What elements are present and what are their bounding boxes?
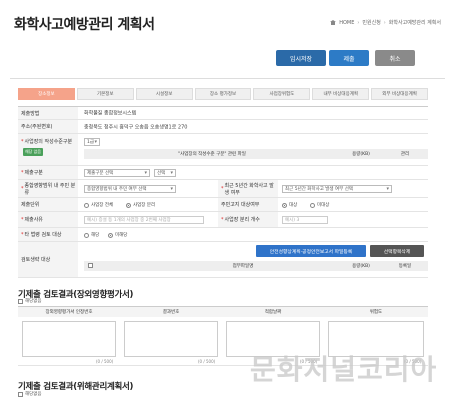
tab-evaluation[interactable]: 장소 평가정보 xyxy=(194,88,252,100)
col-header: 결과번호 xyxy=(120,307,222,317)
field-label: 제출단위 xyxy=(18,198,78,211)
radio-icon xyxy=(84,202,89,208)
delete-selected-button[interactable]: 선택항목삭제 xyxy=(370,245,424,257)
separate-count-input[interactable]: 예시) 3 xyxy=(282,216,328,224)
watermark-logo: 문화저널코리아 xyxy=(250,353,438,386)
breadcrumb-item[interactable]: 민원신청 xyxy=(362,19,380,26)
not-applicable-checkbox[interactable]: 해당없음 xyxy=(18,391,42,397)
resident-range-select[interactable]: 종합영향범위 내 주민 여부 선택 xyxy=(84,185,176,193)
radio-icon xyxy=(310,202,315,208)
tab-internal-plan[interactable]: 내부 비상대응계획 xyxy=(312,88,370,100)
page-title: 화학사고예방관리 계획서 xyxy=(14,17,155,33)
address-value: 충청북도 청주시 흥덕구 오송읍 오송생명1로 270 xyxy=(84,124,188,130)
breadcrumb-separator: › xyxy=(383,19,386,26)
select-all-checkbox[interactable] xyxy=(88,263,93,268)
review-reg-col: 등록일 xyxy=(398,264,412,269)
col-header: 적합날짜 xyxy=(222,307,324,317)
result-number-textarea[interactable] xyxy=(124,321,218,357)
notice-radio-target[interactable]: 대상 xyxy=(282,202,297,208)
submit-type-select[interactable]: 제출구분 선택 xyxy=(84,169,150,177)
review-capacity-col: 용량(KB) xyxy=(352,264,370,269)
char-counter: (0 / 500) xyxy=(198,359,216,364)
form-row: * 타 법령 검토 대상 해당 미해당 xyxy=(18,228,428,242)
form-row: 주소(주된변호) 충청북도 청주시 흥덕구 오송읍 오송생명1로 270 xyxy=(18,120,428,134)
breadcrumb-current: 화학사고예방관리 계획서 xyxy=(388,20,441,26)
checkbox-icon xyxy=(18,298,23,304)
level-select[interactable]: 1급 xyxy=(84,138,100,146)
recent-accident-select[interactable]: 최근 5년간 화학사고 발생 여부 선택 xyxy=(282,185,392,193)
file-manage-header: 관리 xyxy=(382,149,428,159)
field-label: * 타 법령 검토 대상 xyxy=(18,228,78,241)
review-file-col: 첨부파일명 xyxy=(232,264,254,269)
notice-radio-non-target[interactable]: 미대상 xyxy=(310,202,329,208)
home-icon[interactable] xyxy=(330,20,337,25)
tab-facility[interactable]: 시설정보 xyxy=(135,88,193,100)
tab-external-plan[interactable]: 외부 비상대응계획 xyxy=(371,88,429,100)
submit-reason-input[interactable]: 예시) 증설 등 1개의 사업장 중 2번째 사업장 xyxy=(84,216,204,224)
form-row: *종합영향범위 내 주민 분류 종합영향범위 내 주민 여부 선택 *최근 5년… xyxy=(18,180,428,198)
field-label: * 종합영향범위 내 주민 분류 xyxy=(18,180,78,197)
form-row: *제출구분 제출구분 선택 선택 xyxy=(18,166,428,180)
field-label: * 사업장 분리 개수 xyxy=(218,212,278,227)
header-divider xyxy=(10,78,445,79)
checkbox-icon xyxy=(18,391,23,397)
law-radio-applicable[interactable]: 해당 xyxy=(84,232,99,238)
form-row: 제출단위 사업장 전체 사업장 분리 주민고지 대상여부 대상 미대상 xyxy=(18,198,428,212)
submit-method-value: 화학물질 종합정보시스템 xyxy=(84,110,137,117)
not-applicable-tag[interactable]: 해당 없음 xyxy=(23,148,43,156)
col-header: 위험도 xyxy=(324,307,428,317)
cancel-button[interactable]: 취소 xyxy=(375,50,415,66)
radio-icon xyxy=(108,232,113,238)
form-row: * 제출사유 예시) 증설 등 1개의 사업장 중 2번째 사업장 * 사업장 분리… xyxy=(18,212,428,228)
field-label: 주소(주된변호) xyxy=(18,120,78,133)
form-row: *사업장의 작성수준구분 해당 없음 1급 "사업장의 작성수준 구분" 관련 … xyxy=(18,134,428,166)
temp-save-button[interactable]: 임시저장 xyxy=(276,50,326,66)
law-radio-not-applicable[interactable]: 미해당 xyxy=(108,232,127,238)
field-label: * 제출구분 xyxy=(18,166,78,179)
field-label: 제출방법 xyxy=(18,107,78,119)
radio-icon xyxy=(126,202,131,208)
radio-icon xyxy=(282,202,287,208)
field-label-text: *사업장의 작성수준구분 xyxy=(21,139,73,145)
field-label: 주민고지 대상여부 xyxy=(218,198,278,211)
tab-risk[interactable]: 사업장위험도 xyxy=(253,88,311,100)
form-row: 검토생략 대상 안전성향상계획·공정안전보고서 파일등록 선택항목삭제 첨부파일… xyxy=(18,242,428,278)
approval-number-textarea[interactable] xyxy=(22,321,116,357)
unit-radio-separate[interactable]: 사업장 분리 xyxy=(126,202,155,208)
file-header: "사업장의 작성수준 구분" 관련 파일 xyxy=(84,149,340,159)
field-label: 검토생략 대상 xyxy=(18,242,78,277)
radio-icon xyxy=(84,232,89,238)
step-tabs: 장소정보 기본정보 시설정보 장소 평가정보 사업장위험도 내부 비상대응계획 … xyxy=(18,88,429,100)
register-safety-file-button[interactable]: 안전성향상계획·공정안전보고서 파일등록 xyxy=(256,245,366,257)
submit-button[interactable]: 제출 xyxy=(329,50,369,66)
breadcrumb-separator: › xyxy=(357,19,360,26)
field-label: * 제출사유 xyxy=(18,212,78,227)
tab-location[interactable]: 장소정보 xyxy=(18,88,75,100)
breadcrumb: HOME › 민원신청 › 화학사고예방관리 계획서 xyxy=(330,19,441,26)
not-applicable-checkbox[interactable]: 해당없음 xyxy=(18,298,42,304)
col-header: 장외영향평가서 인정번호 xyxy=(18,307,120,317)
form-row: 제출방법 화학물질 종합정보시스템 xyxy=(18,106,428,120)
file-capacity-header: 용량(KB) xyxy=(340,149,382,159)
field-label: * 최근 5년간 화학사고 발생 여부 xyxy=(218,180,278,197)
tab-basic[interactable]: 기본정보 xyxy=(76,88,134,100)
char-counter: (0 / 500) xyxy=(96,359,114,364)
breadcrumb-home[interactable]: HOME xyxy=(339,20,354,26)
submit-type-sub-select[interactable]: 선택 xyxy=(154,169,176,177)
unit-radio-all[interactable]: 사업장 전체 xyxy=(84,202,113,208)
